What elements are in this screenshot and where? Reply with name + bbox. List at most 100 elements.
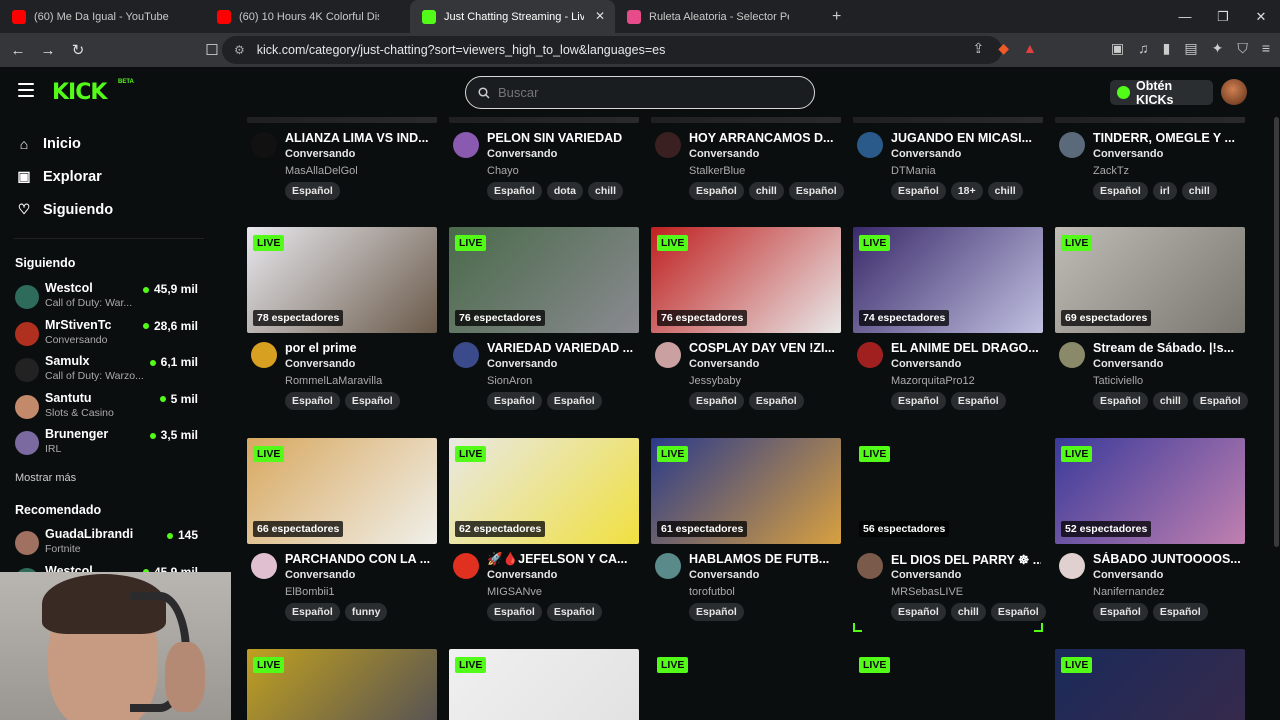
stream-tag[interactable]: Español bbox=[1093, 392, 1148, 410]
streamer-avatar[interactable] bbox=[655, 342, 681, 368]
stream-title[interactable]: TINDERR, OMEGLE Y ... bbox=[1093, 131, 1243, 145]
music-icon[interactable]: ♫ bbox=[1138, 40, 1149, 57]
stream-tag[interactable]: Español bbox=[546, 603, 602, 621]
stream-tag[interactable]: Español bbox=[1093, 182, 1148, 200]
stream-tag[interactable]: Español bbox=[285, 603, 340, 621]
streamer-name[interactable]: RommelLaMaravilla bbox=[285, 375, 382, 387]
streamer-avatar[interactable] bbox=[251, 342, 277, 368]
stream-card[interactable]: LIVE 62 espectadores 🚀🩸JEFELSON Y CA... Con… bbox=[449, 438, 639, 634]
stream-category[interactable]: Conversando bbox=[689, 358, 759, 370]
stream-tag[interactable]: chill bbox=[987, 182, 1023, 200]
stream-tag[interactable]: Español bbox=[689, 182, 744, 200]
stream-tag[interactable]: Español bbox=[891, 392, 946, 410]
streamer-name[interactable]: MazorquitaPro12 bbox=[891, 375, 975, 387]
streamer-name[interactable]: torofutbol bbox=[689, 586, 735, 598]
kick-logo[interactable]: KICK bbox=[52, 80, 107, 105]
stream-tag[interactable]: Español bbox=[1152, 603, 1208, 621]
streamer-name[interactable]: MRSebasLIVE bbox=[891, 586, 963, 598]
stream-title[interactable]: HABLAMOS DE FUTB... bbox=[689, 552, 839, 566]
stream-tag[interactable]: chill bbox=[1152, 392, 1188, 410]
close-tab-icon[interactable]: ✕ bbox=[595, 9, 605, 23]
streamer-avatar[interactable] bbox=[453, 342, 479, 368]
stream-tag[interactable]: Español bbox=[891, 182, 946, 200]
stream-tag[interactable]: Español bbox=[689, 603, 744, 621]
stream-thumbnail[interactable]: LIVE bbox=[853, 649, 1043, 720]
stream-category[interactable]: Conversando bbox=[285, 148, 355, 160]
search-input[interactable] bbox=[498, 85, 798, 100]
stream-title[interactable]: Stream de Sábado. |!s... bbox=[1093, 341, 1243, 355]
new-tab-icon[interactable]: + bbox=[832, 8, 841, 26]
get-kicks-button[interactable]: Obtén KICKs bbox=[1110, 79, 1213, 107]
stream-card[interactable]: LIVE bbox=[651, 649, 841, 720]
stream-card[interactable]: PELON SIN VARIEDAD Conversando Chayo Españo… bbox=[449, 117, 639, 213]
stream-card[interactable]: LIVE 52 espectadores SÁBADO JUNTOOOOS... Co… bbox=[1055, 438, 1245, 634]
share-icon[interactable]: ⇪ bbox=[973, 40, 985, 57]
stream-title[interactable]: por el prime bbox=[285, 341, 435, 355]
vpn-icon[interactable]: ⛉ bbox=[1237, 40, 1248, 57]
streamer-avatar[interactable] bbox=[857, 553, 883, 579]
stream-tag[interactable]: Español bbox=[1093, 603, 1148, 621]
streamer-avatar[interactable] bbox=[655, 553, 681, 579]
streamer-name[interactable]: ElBombii1 bbox=[285, 586, 335, 598]
stream-tag[interactable]: funny bbox=[344, 603, 388, 621]
stream-card[interactable]: LIVE 76 espectadores COSPLAY DAY VEN !ZI..… bbox=[651, 227, 841, 423]
nav-item-inicio[interactable]: ⌂ Inicio bbox=[17, 127, 232, 160]
stream-category[interactable]: Conversando bbox=[689, 148, 759, 160]
stream-card[interactable]: LIVE 76 espectadores VARIEDAD VARIEDAD ...… bbox=[449, 227, 639, 423]
sidebar-channel[interactable]: MrStivenTc Conversando 28,6 mil bbox=[15, 318, 205, 352]
stream-thumbnail[interactable]: LIVE 74 espectadores bbox=[853, 227, 1043, 333]
screenshot-icon[interactable]: ▣ bbox=[1111, 40, 1124, 57]
stream-thumbnail[interactable]: LIVE bbox=[449, 649, 639, 720]
stream-tag[interactable]: dota bbox=[546, 182, 584, 200]
stream-card[interactable]: LIVE 78 espectadores por el prime Conversan… bbox=[247, 227, 437, 423]
sidebar-channel[interactable]: Westcol Call of Duty: War... 45,9 mil bbox=[15, 281, 205, 315]
stream-thumbnail[interactable]: LIVE 69 espectadores bbox=[1055, 227, 1245, 333]
stream-tag[interactable]: Español bbox=[487, 182, 542, 200]
stream-title[interactable]: SÁBADO JUNTOOOOS... bbox=[1093, 552, 1243, 566]
streamer-avatar[interactable] bbox=[1059, 132, 1085, 158]
stream-title[interactable]: COSPLAY DAY VEN !ZI... bbox=[689, 341, 839, 355]
address-bar[interactable]: ⚙ kick.com/category/just-chatting?sort=v… bbox=[222, 36, 1002, 64]
stream-card[interactable]: JUGANDO EN MICASI... Conversando DTMania Es… bbox=[853, 117, 1043, 213]
stream-category[interactable]: Conversando bbox=[487, 148, 557, 160]
stream-tag[interactable]: Español bbox=[788, 182, 844, 200]
forward-icon[interactable]: → bbox=[36, 42, 60, 59]
stream-thumbnail[interactable]: LIVE 66 espectadores bbox=[247, 438, 437, 544]
page-scrollbar[interactable] bbox=[1274, 117, 1279, 547]
stream-card[interactable]: LIVE bbox=[1055, 649, 1245, 720]
stream-category[interactable]: Conversando bbox=[1093, 358, 1163, 370]
bookmark-icon[interactable]: ☐ bbox=[200, 41, 224, 59]
streamer-name[interactable]: MIGSANve bbox=[487, 586, 542, 598]
maximize-icon[interactable]: ❐ bbox=[1204, 0, 1242, 33]
stream-tag[interactable]: Español bbox=[487, 603, 542, 621]
stream-title[interactable]: HOY ARRANCAMOS D... bbox=[689, 131, 839, 145]
sidebar-channel[interactable]: Samulx Call of Duty: Warzo... 6,1 mil bbox=[15, 354, 205, 388]
stream-thumbnail[interactable]: LIVE bbox=[1055, 649, 1245, 720]
stream-card[interactable]: LIVE 66 espectadores PARCHANDO CON LA ... C… bbox=[247, 438, 437, 634]
stream-tag[interactable]: Español bbox=[689, 392, 744, 410]
streamer-avatar[interactable] bbox=[251, 553, 277, 579]
stream-title[interactable]: 🚀🩸JEFELSON Y CA... bbox=[487, 552, 637, 567]
stream-category[interactable]: Conversando bbox=[891, 569, 961, 581]
stream-thumbnail[interactable]: LIVE 61 espectadores bbox=[651, 438, 841, 544]
stream-title[interactable]: EL DIOS DEL PARRY ☸ ... bbox=[891, 552, 1041, 567]
stream-card[interactable]: LIVE 56 espectadores EL DIOS DEL PARRY ☸ .… bbox=[853, 438, 1046, 634]
streamer-avatar[interactable] bbox=[857, 342, 883, 368]
stream-card[interactable]: LIVE bbox=[853, 649, 1043, 720]
stream-category[interactable]: Conversando bbox=[487, 569, 557, 581]
nav-item-explorar[interactable]: ▣ Explorar bbox=[17, 160, 232, 193]
browser-tab[interactable]: (60) 10 Hours 4K Colorful Disco Ball S bbox=[205, 0, 410, 33]
stream-title[interactable]: PELON SIN VARIEDAD bbox=[487, 131, 637, 145]
stream-title[interactable]: EL ANIME DEL DRAGO... bbox=[891, 341, 1041, 355]
stream-category[interactable]: Conversando bbox=[487, 358, 557, 370]
sidebar-channel[interactable]: GuadaLibrandi Fortnite 145 bbox=[15, 527, 205, 561]
streamer-name[interactable]: Taticiviello bbox=[1093, 375, 1143, 387]
hamburger-menu-icon[interactable] bbox=[18, 83, 34, 101]
stream-category[interactable]: Conversando bbox=[689, 569, 759, 581]
sidebar-channel[interactable]: Brunenger IRL 3,5 mil bbox=[15, 427, 205, 461]
stream-thumbnail[interactable]: LIVE 62 espectadores bbox=[449, 438, 639, 544]
streamer-name[interactable]: ZackTz bbox=[1093, 165, 1129, 177]
streamer-avatar[interactable] bbox=[453, 132, 479, 158]
stream-title[interactable]: VARIEDAD VARIEDAD ... bbox=[487, 341, 637, 355]
stream-tag[interactable]: Español bbox=[950, 392, 1006, 410]
